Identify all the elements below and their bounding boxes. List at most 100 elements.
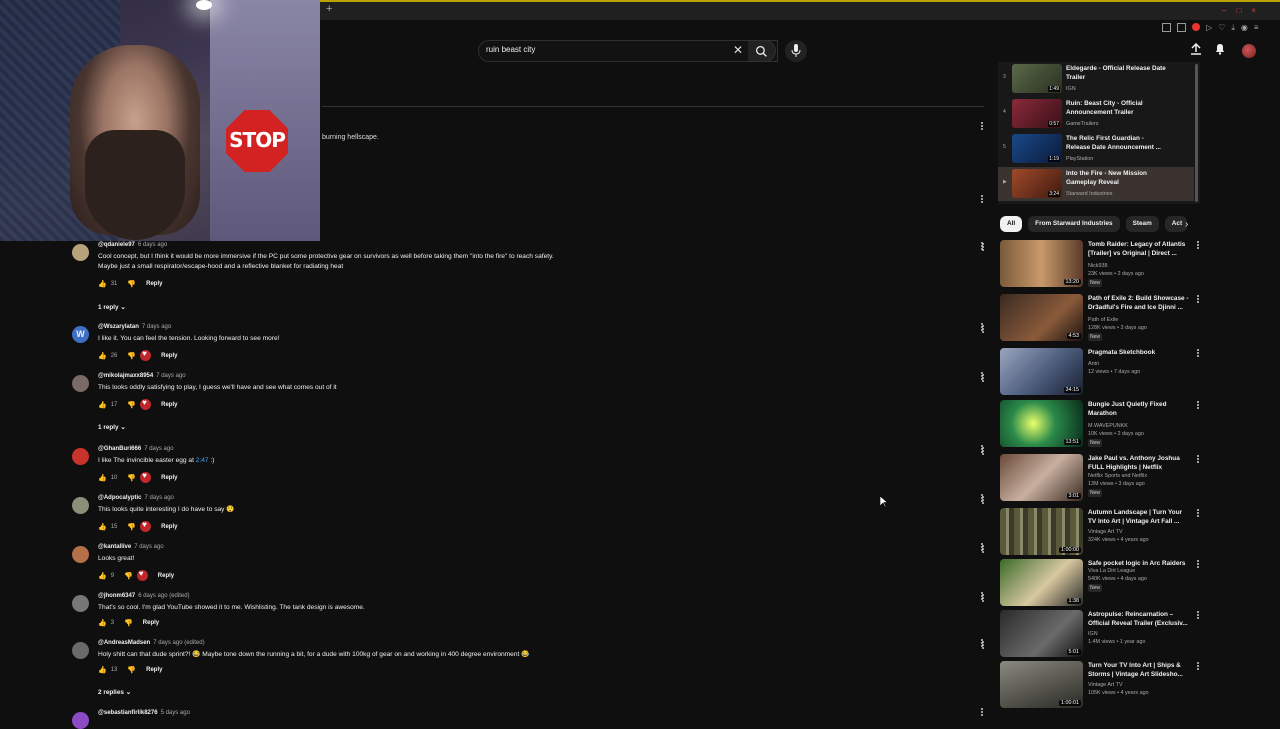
commenter-avatar[interactable]	[72, 712, 89, 729]
dislike-icon[interactable]: 👎	[124, 619, 133, 627]
playlist-thumbnail[interactable]: 0:57	[1012, 99, 1062, 128]
dislike-icon[interactable]: 👎	[127, 401, 136, 409]
video-title[interactable]: Turn Your TV Into Art | Ships & Storms |…	[1088, 661, 1190, 679]
video-title[interactable]: Tomb Raider: Legacy of Atlantis [Trailer…	[1088, 240, 1190, 258]
close-window-icon[interactable]: ×	[1251, 6, 1256, 15]
like-icon[interactable]: 👍	[98, 523, 107, 531]
dislike-icon[interactable]: 👎	[127, 523, 136, 531]
channel-name[interactable]: Vintage Art TV	[1088, 528, 1192, 536]
like-icon[interactable]: 👍	[98, 666, 107, 674]
channel-name[interactable]: Vintage Art TV	[1088, 681, 1192, 689]
playlist-channel[interactable]: GameTrailers	[1066, 121, 1098, 127]
author-handle[interactable]: @GhanBuri666	[98, 446, 141, 452]
recommended-video[interactable]: 4:53 Path of Exile 2: Build Showcase - D…	[1000, 294, 1200, 346]
recommended-video[interactable]: 1:00:01 Turn Your TV Into Art | Ships & …	[1000, 661, 1200, 713]
video-menu-icon[interactable]	[1196, 508, 1200, 520]
channel-name[interactable]: Viva La Dirt League	[1088, 567, 1192, 575]
playlist-title[interactable]: The Relic First Guardian - Release Date …	[1066, 134, 1166, 152]
channel-name[interactable]: Nick938	[1088, 262, 1192, 270]
like-icon[interactable]: 👍	[98, 474, 107, 482]
timestamp-link[interactable]: 2:47	[196, 457, 209, 464]
commenter-avatar[interactable]	[72, 642, 89, 659]
author-handle[interactable]: @jhonm6347	[98, 593, 135, 599]
reply-button[interactable]: Reply	[161, 402, 177, 408]
reply-button[interactable]: Reply	[161, 524, 177, 530]
video-thumbnail[interactable]: 1:38	[1000, 559, 1083, 606]
more-options-icon[interactable]	[980, 493, 984, 505]
comment-time[interactable]: 5 days ago	[161, 710, 190, 716]
channel-name[interactable]: Path of Exile	[1088, 316, 1192, 324]
video-menu-icon[interactable]	[1196, 400, 1200, 412]
playlist-thumbnail[interactable]: 1:49	[1012, 64, 1062, 93]
comment-time[interactable]: 7 days ago	[145, 495, 174, 501]
comment-author[interactable]: @GhanBuri666 7 days ago	[98, 446, 174, 452]
more-options-icon[interactable]	[980, 444, 984, 456]
video-title[interactable]: Pragmata Sketchbook	[1088, 348, 1190, 357]
comment-author[interactable]: @qdaniele97 6 days ago	[98, 242, 167, 248]
channel-name[interactable]: M.WAVEPUNKK	[1088, 422, 1192, 430]
chip-from-channel[interactable]: From Starward Industries	[1028, 216, 1120, 232]
reply-button[interactable]: Reply	[161, 475, 177, 481]
chip-steam[interactable]: Steam	[1125, 216, 1159, 232]
new-tab-icon[interactable]: +	[326, 3, 332, 15]
playlist-thumbnail[interactable]: 1:19	[1012, 134, 1062, 163]
more-options-icon[interactable]	[980, 371, 984, 383]
more-options-icon[interactable]	[980, 121, 984, 133]
recommended-video[interactable]: 3:01 Jake Paul vs. Anthony Joshua FULL H…	[1000, 454, 1200, 506]
video-title[interactable]: Jake Paul vs. Anthony Joshua FULL Highli…	[1088, 454, 1190, 472]
comment-time[interactable]: 7 days ago	[156, 373, 185, 379]
bookmark-icon[interactable]	[1162, 23, 1171, 32]
video-thumbnail[interactable]: 1:00:01	[1000, 661, 1083, 708]
account-avatar[interactable]	[1242, 44, 1256, 58]
video-title[interactable]: Path of Exile 2: Build Showcase - Dr3adf…	[1088, 294, 1190, 312]
more-options-icon[interactable]	[980, 591, 984, 603]
video-menu-icon[interactable]	[1196, 240, 1200, 252]
video-menu-icon[interactable]	[1196, 454, 1200, 466]
reply-button[interactable]: Reply	[146, 281, 162, 287]
more-options-icon[interactable]	[980, 638, 984, 650]
recommended-video[interactable]: 1:38 Safe pocket logic in Arc Raiders Vi…	[1000, 559, 1200, 611]
video-menu-icon[interactable]	[1196, 559, 1200, 571]
playlist-title[interactable]: Eldegarde - Official Release Date Traile…	[1066, 64, 1166, 82]
like-icon[interactable]: 👍	[98, 352, 107, 360]
notifications-bell-icon[interactable]	[1214, 43, 1226, 55]
commenter-avatar[interactable]	[72, 448, 89, 465]
commenter-avatar[interactable]	[72, 497, 89, 514]
playlist-channel[interactable]: IGN	[1066, 86, 1076, 92]
channel-name[interactable]: IGN	[1088, 630, 1192, 638]
playlist-title[interactable]: Ruin: Beast City - Official Announcement…	[1066, 99, 1166, 117]
comment-author[interactable]: @kantallive 7 days ago	[98, 544, 164, 550]
record-icon[interactable]	[1192, 23, 1200, 31]
like-icon[interactable]: 👍	[98, 401, 107, 409]
comment-author[interactable]: @mikolajmaxx8954 7 days ago	[98, 373, 186, 379]
view-replies-button[interactable]: 1 reply ⌄	[98, 303, 126, 311]
create-upload-icon[interactable]	[1190, 43, 1202, 55]
recommended-video[interactable]: 5:01 Astropulse: Reincarnation – Officia…	[1000, 610, 1200, 662]
author-handle[interactable]: @Adpocalyptic	[98, 495, 142, 501]
search-button[interactable]	[748, 40, 776, 62]
channel-name[interactable]: Antri	[1088, 360, 1192, 368]
video-menu-icon[interactable]	[1196, 348, 1200, 360]
recommended-video[interactable]: 13:20 Tomb Raider: Legacy of Atlantis [T…	[1000, 240, 1200, 292]
commenter-avatar[interactable]	[72, 546, 89, 563]
recommended-video[interactable]: 1:00:00 Autumn Landscape | Turn Your TV …	[1000, 508, 1200, 560]
comment-author[interactable]: @Wszarylatan 7 days ago	[98, 324, 171, 330]
reply-button[interactable]: Reply	[143, 620, 159, 626]
profile-icon[interactable]: ◉	[1241, 23, 1248, 33]
chip-all[interactable]: All	[1000, 216, 1023, 232]
reply-button[interactable]: Reply	[158, 573, 174, 579]
playlist-channel[interactable]: PlayStation	[1066, 156, 1093, 162]
comment-author[interactable]: @Adpocalyptic 7 days ago	[98, 495, 174, 501]
heart-icon[interactable]: ♡	[1218, 23, 1225, 33]
more-options-icon[interactable]	[980, 707, 984, 719]
playlist-item[interactable]: 4 0:57 Ruin: Beast City - Official Annou…	[998, 97, 1194, 131]
video-title[interactable]: Autumn Landscape | Turn Your TV Into Art…	[1088, 508, 1190, 526]
comment-time[interactable]: 7 days ago	[144, 446, 173, 452]
comment-time[interactable]: 6 days ago (edited)	[138, 593, 189, 599]
view-replies-button[interactable]: 1 reply ⌄	[98, 423, 126, 431]
minimize-icon[interactable]: –	[1222, 6, 1226, 15]
author-handle[interactable]: @kantallive	[98, 544, 131, 550]
video-menu-icon[interactable]	[1196, 661, 1200, 673]
like-icon[interactable]: 👍	[98, 280, 107, 288]
reply-button[interactable]: Reply	[161, 353, 177, 359]
